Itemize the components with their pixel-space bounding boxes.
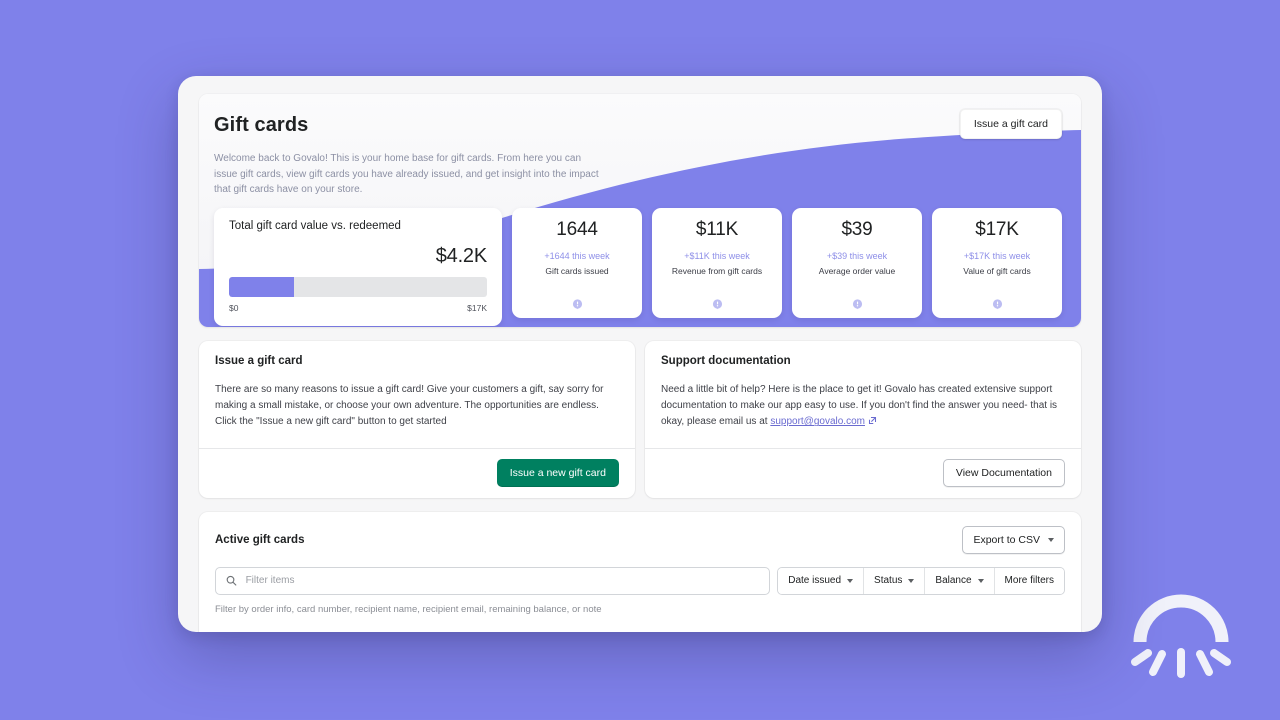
- info-circle-icon[interactable]: [992, 298, 1003, 310]
- support-documentation-panel: Support documentation Need a little bit …: [645, 341, 1081, 498]
- column-header[interactable]: Opened: [1006, 631, 1065, 632]
- issue-a-new-gift-card-button[interactable]: Issue a new gift card: [496, 458, 619, 487]
- filter-row: Date issued Status Balance More filters: [199, 554, 1081, 595]
- support-panel-body: Support documentation Need a little bit …: [645, 341, 1081, 448]
- support-panel-footer: View Documentation: [645, 447, 1081, 498]
- column-header[interactable]: Recipient email: [674, 631, 796, 632]
- chevron-down-icon: [1048, 537, 1054, 542]
- kpi-delta: +$17K this week: [963, 251, 1031, 262]
- filter-button-status[interactable]: Status: [864, 567, 926, 594]
- progress-min-label: $0: [229, 302, 239, 313]
- column-header[interactable]: Card number: [425, 631, 542, 632]
- filter-button-more-filters[interactable]: More filters: [994, 567, 1064, 594]
- hero-content: Gift cards Welcome back to Govalo! This …: [199, 94, 1081, 198]
- view-documentation-button[interactable]: View Documentation: [942, 458, 1065, 487]
- hero-card: Gift cards Welcome back to Govalo! This …: [199, 94, 1081, 327]
- issue-panel-body: Issue a gift card There are so many reas…: [199, 341, 635, 448]
- progress-max-label: $17K: [467, 302, 487, 313]
- export-to-csv-button[interactable]: Export to CSV: [962, 525, 1065, 554]
- kpi-label: Revenue from gift cards: [671, 266, 763, 277]
- kpi-value: 1644: [556, 218, 598, 240]
- filter-button-balance[interactable]: Balance: [925, 567, 995, 594]
- filter-button-label: More filters: [1004, 575, 1054, 587]
- issue-panel-title: Issue a gift card: [215, 355, 303, 367]
- chevron-down-icon: [847, 578, 854, 583]
- support-panel-text: Need a little bit of help? Here is the p…: [661, 382, 1065, 431]
- total-gift-card-value-card: Total gift card value vs. redeemed $4.2K…: [214, 207, 502, 326]
- chevron-down-icon: [977, 578, 984, 583]
- filter-button-label: Status: [874, 575, 903, 587]
- info-circle-icon[interactable]: [852, 298, 863, 310]
- progress-scale: $0 $17K: [229, 303, 487, 313]
- kpi-delta: +1644 this week: [544, 251, 610, 262]
- column-header[interactable]: Date issued: [796, 631, 899, 632]
- issue-panel-footer: Issue a new gift card: [199, 447, 635, 498]
- column-header[interactable]: Order info: [215, 631, 322, 632]
- kpi-card: 1644 +1644 this week Gift cards issued: [512, 207, 642, 318]
- value-progress-fill: [229, 276, 294, 297]
- total-value-amount: $4.2K: [435, 244, 487, 267]
- active-gift-cards-card: Active gift cards Export to CSV Date iss…: [199, 511, 1081, 632]
- search-input[interactable]: [243, 574, 760, 588]
- kpi-card: $11K +$11K this week Revenue from gift car…: [652, 207, 782, 318]
- filter-button-date-issued[interactable]: Date issued: [778, 567, 865, 594]
- filter-button-label: Balance: [935, 575, 972, 587]
- kpi-label: Gift cards issued: [545, 266, 609, 277]
- table-header-row: Active gift cards Export to CSV: [199, 512, 1081, 554]
- kpi-card-group: 1644 +1644 this week Gift cards issued $11K…: [512, 207, 1062, 318]
- issue-a-gift-card-button[interactable]: Issue a gift card: [959, 109, 1062, 139]
- kpi-delta: +$11K this week: [684, 251, 750, 262]
- kpi-card: $17K +$17K this week Value of gift cards: [932, 207, 1062, 318]
- kpi-value: $11K: [695, 218, 739, 240]
- info-panels-row: Issue a gift card There are so many reas…: [199, 341, 1081, 498]
- page-title: Gift cards: [214, 114, 309, 136]
- filter-button-group: Date issued Status Balance More filters: [777, 566, 1065, 595]
- issue-gift-card-panel: Issue a gift card There are so many reas…: [199, 341, 635, 498]
- kpi-delta: +$39 this week: [826, 251, 888, 262]
- support-email-link[interactable]: support@govalo.com: [770, 416, 865, 427]
- search-icon: [226, 575, 237, 586]
- total-value-title: Total gift card value vs. redeemed: [229, 219, 401, 232]
- app-window: Gift cards Welcome back to Govalo! This …: [178, 76, 1102, 632]
- active-gift-cards-title: Active gift cards: [215, 533, 305, 546]
- external-link-icon: [868, 417, 877, 425]
- table-column-headers: Order infoStatusCard numberRecipient nam…: [199, 615, 1081, 632]
- value-progress-bar: [229, 276, 487, 297]
- app-scroll-area[interactable]: Gift cards Welcome back to Govalo! This …: [178, 76, 1102, 632]
- chevron-down-icon: [908, 578, 915, 583]
- issue-panel-text: There are so many reasons to issue a gif…: [215, 384, 604, 428]
- column-header[interactable]: Remaining / Value: [899, 631, 1006, 632]
- filter-button-label: Date issued: [788, 575, 842, 587]
- info-circle-icon[interactable]: [712, 298, 723, 310]
- support-panel-title: Support documentation: [661, 355, 791, 367]
- export-to-csv-label: Export to CSV: [973, 533, 1040, 546]
- filter-items-search[interactable]: [215, 566, 771, 595]
- hero-description: Welcome back to Govalo! This is your hom…: [214, 153, 599, 195]
- kpi-card: $39 +$39 this week Average order value: [792, 207, 922, 318]
- kpi-label: Average order value: [818, 266, 896, 277]
- kpi-value: $39: [841, 218, 873, 240]
- kpi-value: $17K: [975, 218, 1019, 240]
- filter-hint-text: Filter by order info, card number, recip…: [215, 603, 602, 615]
- kpi-label: Value of gift cards: [963, 266, 1031, 277]
- info-circle-icon[interactable]: [572, 298, 583, 310]
- column-header[interactable]: Status: [322, 631, 425, 632]
- column-header[interactable]: Recipient name: [542, 631, 674, 632]
- stats-row: Total gift card value vs. redeemed $4.2K…: [199, 207, 1081, 326]
- govalo-sunrise-logo: [1131, 594, 1231, 678]
